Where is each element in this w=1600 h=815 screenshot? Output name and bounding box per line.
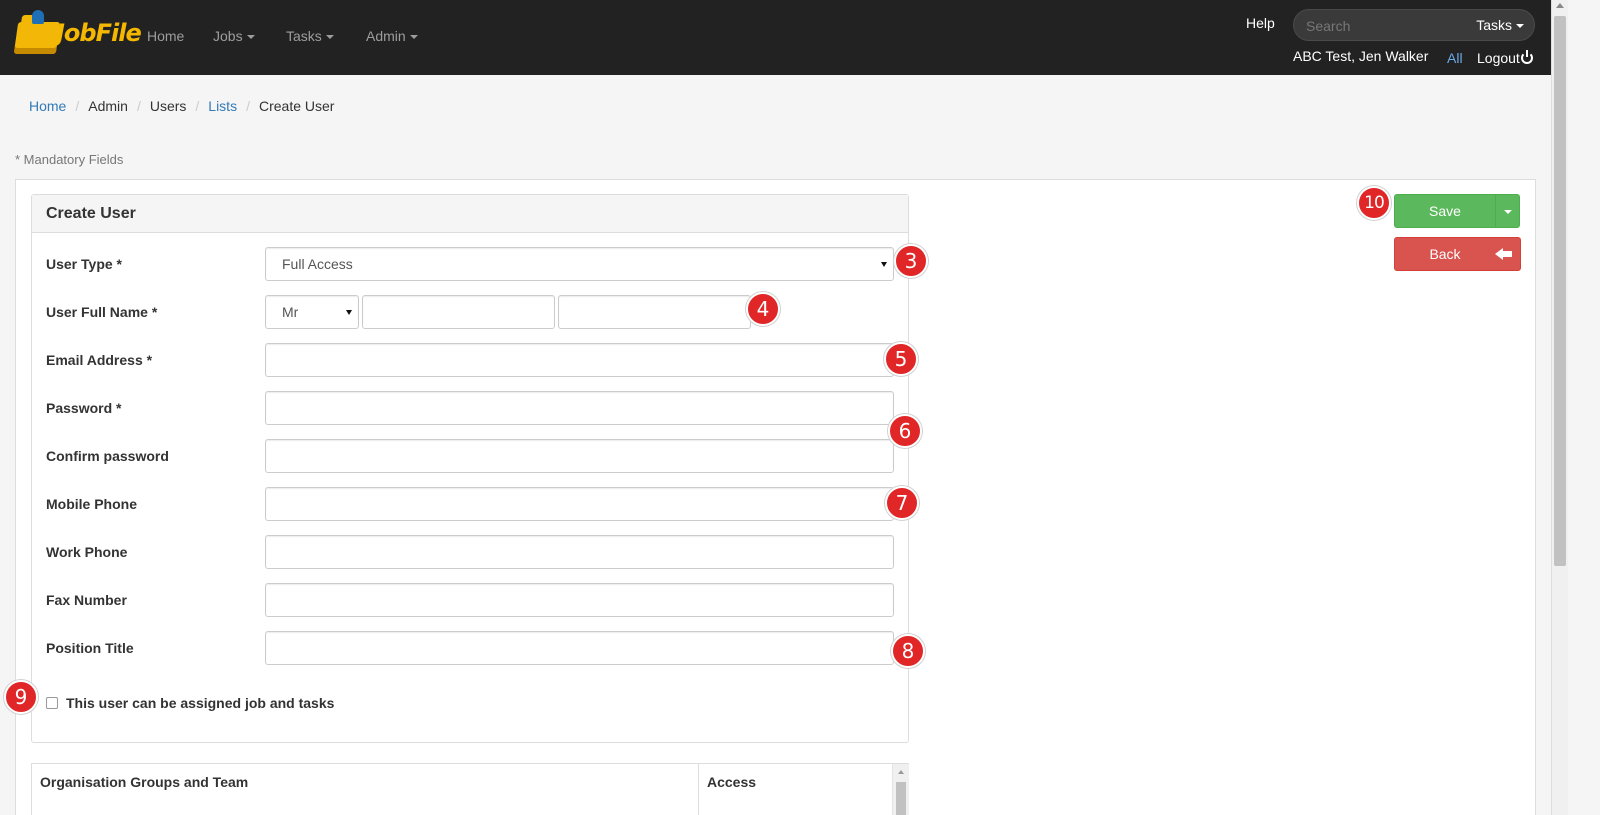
column-header-groups: Organisation Groups and Team: [40, 774, 249, 790]
page-scrollbar[interactable]: [1551, 0, 1568, 815]
chevron-down-icon: [1516, 24, 1524, 29]
panel-heading: Create User: [32, 195, 908, 233]
annotation-marker: 8: [891, 634, 925, 668]
email-label: Email Address *: [46, 352, 153, 368]
scroll-thumb[interactable]: [1554, 16, 1566, 566]
chevron-down-icon: [325, 35, 334, 40]
annotation-marker: 4: [746, 292, 780, 326]
scroll-up-arrow-icon[interactable]: [1556, 3, 1564, 8]
mobile-phone-input[interactable]: [265, 487, 894, 521]
back-label: Back: [1429, 246, 1461, 262]
breadcrumb-current: Create User: [258, 98, 335, 114]
search-input[interactable]: [1306, 16, 1456, 36]
nav-admin-label: Admin: [366, 28, 406, 44]
breadcrumb-separator: /: [75, 98, 80, 114]
split-divider: [1495, 195, 1496, 227]
search-scope-dropdown[interactable]: Tasks: [1476, 17, 1524, 33]
fax-number-label: Fax Number: [46, 592, 127, 608]
figure-icon: [32, 10, 44, 24]
column-header-access: Access: [707, 774, 757, 790]
confirm-password-input[interactable]: [265, 439, 894, 473]
chevron-down-icon: [246, 35, 255, 40]
mobile-phone-label: Mobile Phone: [46, 496, 137, 512]
table-scrollbar[interactable]: [892, 764, 909, 815]
search-scope-label: Tasks: [1476, 17, 1512, 33]
dropdown-arrow-icon: [881, 262, 887, 267]
nav-tasks[interactable]: Tasks: [286, 28, 334, 44]
top-navbar: JobFile Home Jobs Tasks Admin Help Tasks…: [0, 0, 1551, 75]
annotation-marker: 5: [884, 342, 918, 376]
work-phone-input[interactable]: [265, 535, 894, 569]
password-input[interactable]: [265, 391, 894, 425]
breadcrumb-separator: /: [136, 98, 141, 114]
breadcrumb: Home / Admin / Users / Lists / Create User: [29, 98, 334, 114]
breadcrumb-lists[interactable]: Lists: [208, 98, 237, 114]
annotation-marker: 7: [885, 486, 919, 520]
assignable-label[interactable]: This user can be assigned job and tasks: [66, 695, 334, 711]
scroll-up-arrow-icon[interactable]: [898, 770, 904, 774]
breadcrumb-separator: /: [195, 98, 200, 114]
dropdown-arrow-icon: [346, 310, 352, 315]
first-name-input[interactable]: [362, 295, 555, 329]
nav-home[interactable]: Home: [147, 28, 184, 44]
save-dropdown-icon[interactable]: [1504, 210, 1512, 214]
annotation-marker: 3: [894, 244, 928, 278]
arrow-left-icon: [1495, 248, 1513, 260]
mandatory-note: * Mandatory Fields: [15, 152, 124, 167]
position-title-input[interactable]: [265, 631, 894, 665]
logout-link[interactable]: Logout: [1477, 50, 1533, 66]
password-label: Password *: [46, 400, 122, 416]
user-type-label: User Type *: [46, 256, 122, 272]
name-title-select[interactable]: Mr: [265, 295, 359, 329]
back-button[interactable]: Back: [1394, 237, 1521, 271]
current-user[interactable]: ABC Test, Jen Walker: [1293, 48, 1428, 64]
breadcrumb-users: Users: [149, 98, 187, 114]
folder-icon: [13, 22, 61, 54]
nav-tasks-label: Tasks: [286, 28, 322, 44]
full-name-label: User Full Name *: [46, 304, 158, 320]
work-phone-label: Work Phone: [46, 544, 128, 560]
logo-text: JobFile: [56, 19, 142, 47]
table-scroll-thumb[interactable]: [896, 782, 906, 815]
last-name-input[interactable]: [558, 295, 751, 329]
annotation-marker: 9: [4, 680, 38, 714]
breadcrumb-admin: Admin: [88, 98, 128, 114]
email-input[interactable]: [265, 343, 894, 377]
fax-number-input[interactable]: [265, 583, 894, 617]
user-type-value: Full Access: [282, 256, 353, 272]
user-type-select[interactable]: Full Access: [265, 247, 894, 281]
power-icon: [1520, 50, 1533, 64]
jobfile-logo[interactable]: JobFile: [13, 8, 142, 58]
nav-jobs-label: Jobs: [213, 28, 243, 44]
organisation-groups-table: Organisation Groups and Team Access: [31, 763, 909, 815]
panel-title: Create User: [46, 205, 136, 222]
assignable-checkbox[interactable]: [46, 697, 58, 709]
annotation-marker: 10: [1357, 186, 1391, 220]
confirm-password-label: Confirm password: [46, 448, 169, 464]
all-link[interactable]: All: [1447, 50, 1463, 66]
position-title-label: Position Title: [46, 640, 134, 656]
annotation-marker: 6: [888, 414, 922, 448]
logout-label: Logout: [1477, 50, 1520, 66]
help-link[interactable]: Help: [1246, 15, 1275, 31]
breadcrumb-separator: /: [246, 98, 250, 114]
save-label: Save: [1429, 203, 1461, 219]
chevron-down-icon: [409, 35, 418, 40]
column-divider: [698, 764, 699, 815]
breadcrumb-home[interactable]: Home: [29, 98, 66, 114]
search-box: Tasks: [1293, 9, 1535, 41]
name-title-value: Mr: [282, 304, 299, 320]
nav-jobs[interactable]: Jobs: [213, 28, 255, 44]
nav-admin[interactable]: Admin: [366, 28, 418, 44]
save-button[interactable]: Save: [1394, 194, 1520, 228]
